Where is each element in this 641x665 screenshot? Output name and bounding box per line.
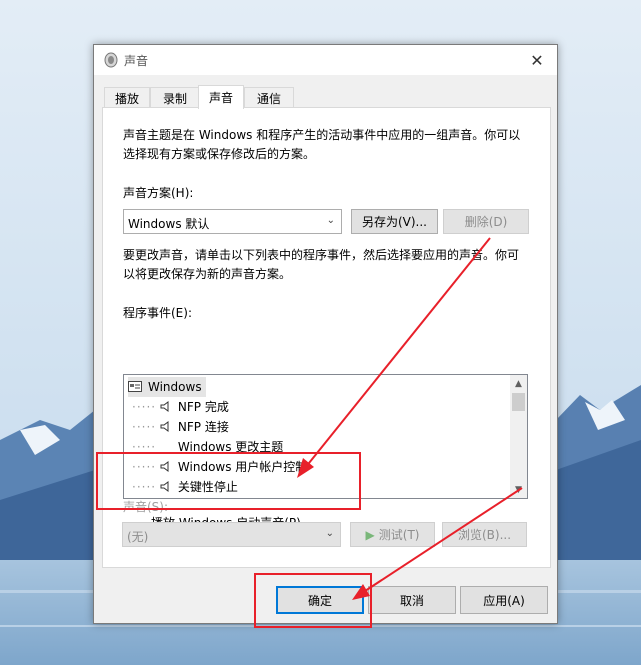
play-icon: ▶ — [365, 527, 375, 542]
scheme-dropdown[interactable]: Windows 默认 ⌄ — [123, 209, 342, 234]
scrollbar-thumb[interactable] — [512, 393, 525, 411]
delete-button[interactable]: 删除(D) — [443, 209, 529, 234]
chevron-down-icon[interactable]: ▼ — [510, 481, 527, 498]
tab-communications[interactable]: 通信 — [244, 87, 294, 108]
highlight-box-ok — [254, 573, 372, 628]
description-line: 以将更改保存为新的声音方案。 — [123, 267, 292, 281]
list-item[interactable]: Windows — [128, 377, 206, 397]
tab-label: 通信 — [256, 91, 281, 106]
list-item[interactable]: ····· NFP 连接 — [132, 417, 229, 437]
description-line: 声音主题是在 Windows 和程序产生的活动事件中应用的一组声音。你可以 — [123, 128, 521, 142]
sound-dropdown[interactable]: (无) ⌄ — [122, 522, 341, 547]
sound-dialog: 声音 ✕ 播放 录制 声音 通信 声音主题是在 Windows 和程序产生的活动… — [93, 44, 558, 624]
speaker-icon — [160, 421, 169, 432]
list-item-label: Windows — [148, 380, 202, 394]
chevron-down-icon: ⌄ — [325, 528, 334, 539]
tab-label: 播放 — [114, 91, 139, 106]
save-as-button[interactable]: 另存为(V)... — [351, 209, 438, 234]
browse-button[interactable]: 浏览(B)... — [442, 522, 527, 547]
title-bar: 声音 ✕ — [94, 45, 557, 75]
scheme-label: 声音方案(H): — [123, 186, 194, 200]
scheme-description: 声音主题是在 Windows 和程序产生的活动事件中应用的一组声音。你可以 选择… — [123, 126, 520, 164]
window-title: 声音 — [124, 54, 149, 68]
speaker-app-icon — [104, 52, 118, 68]
window-icon — [128, 381, 142, 392]
list-item-label: NFP 连接 — [177, 420, 229, 434]
tab-label: 声音 — [208, 91, 233, 105]
tab-playback[interactable]: 播放 — [104, 87, 150, 108]
sound-value: (无) — [127, 530, 149, 544]
events-description: 要更改声音，请单击以下列表中的程序事件，然后选择要应用的声音。你可 以将更改保存… — [123, 246, 519, 284]
close-button[interactable]: ✕ — [517, 45, 557, 75]
chevron-up-icon[interactable]: ▲ — [510, 375, 527, 392]
vertical-scrollbar[interactable]: ▲ ▼ — [510, 375, 527, 498]
tab-sounds[interactable]: 声音 — [198, 85, 244, 109]
highlight-box-startup-sound — [96, 452, 361, 510]
list-item[interactable]: ····· NFP 完成 — [132, 397, 229, 417]
test-label: 测试(T) — [378, 528, 420, 542]
description-line: 要更改声音，请单击以下列表中的程序事件，然后选择要应用的声音。你可 — [123, 248, 520, 262]
chevron-down-icon: ⌄ — [326, 215, 335, 226]
close-icon: ✕ — [530, 50, 544, 70]
events-label: 程序事件(E): — [123, 306, 192, 320]
description-line: 选择现有方案或保存修改后的方案。 — [123, 147, 316, 161]
tab-label: 录制 — [162, 91, 187, 106]
cancel-button[interactable]: 取消 — [368, 586, 456, 614]
list-item-label: NFP 完成 — [177, 400, 229, 414]
test-button[interactable]: ▶ 测试(T) — [350, 522, 435, 547]
tab-recording[interactable]: 录制 — [150, 87, 200, 108]
speaker-icon — [160, 401, 169, 412]
scheme-value: Windows 默认 — [128, 217, 210, 231]
apply-button[interactable]: 应用(A) — [460, 586, 548, 614]
